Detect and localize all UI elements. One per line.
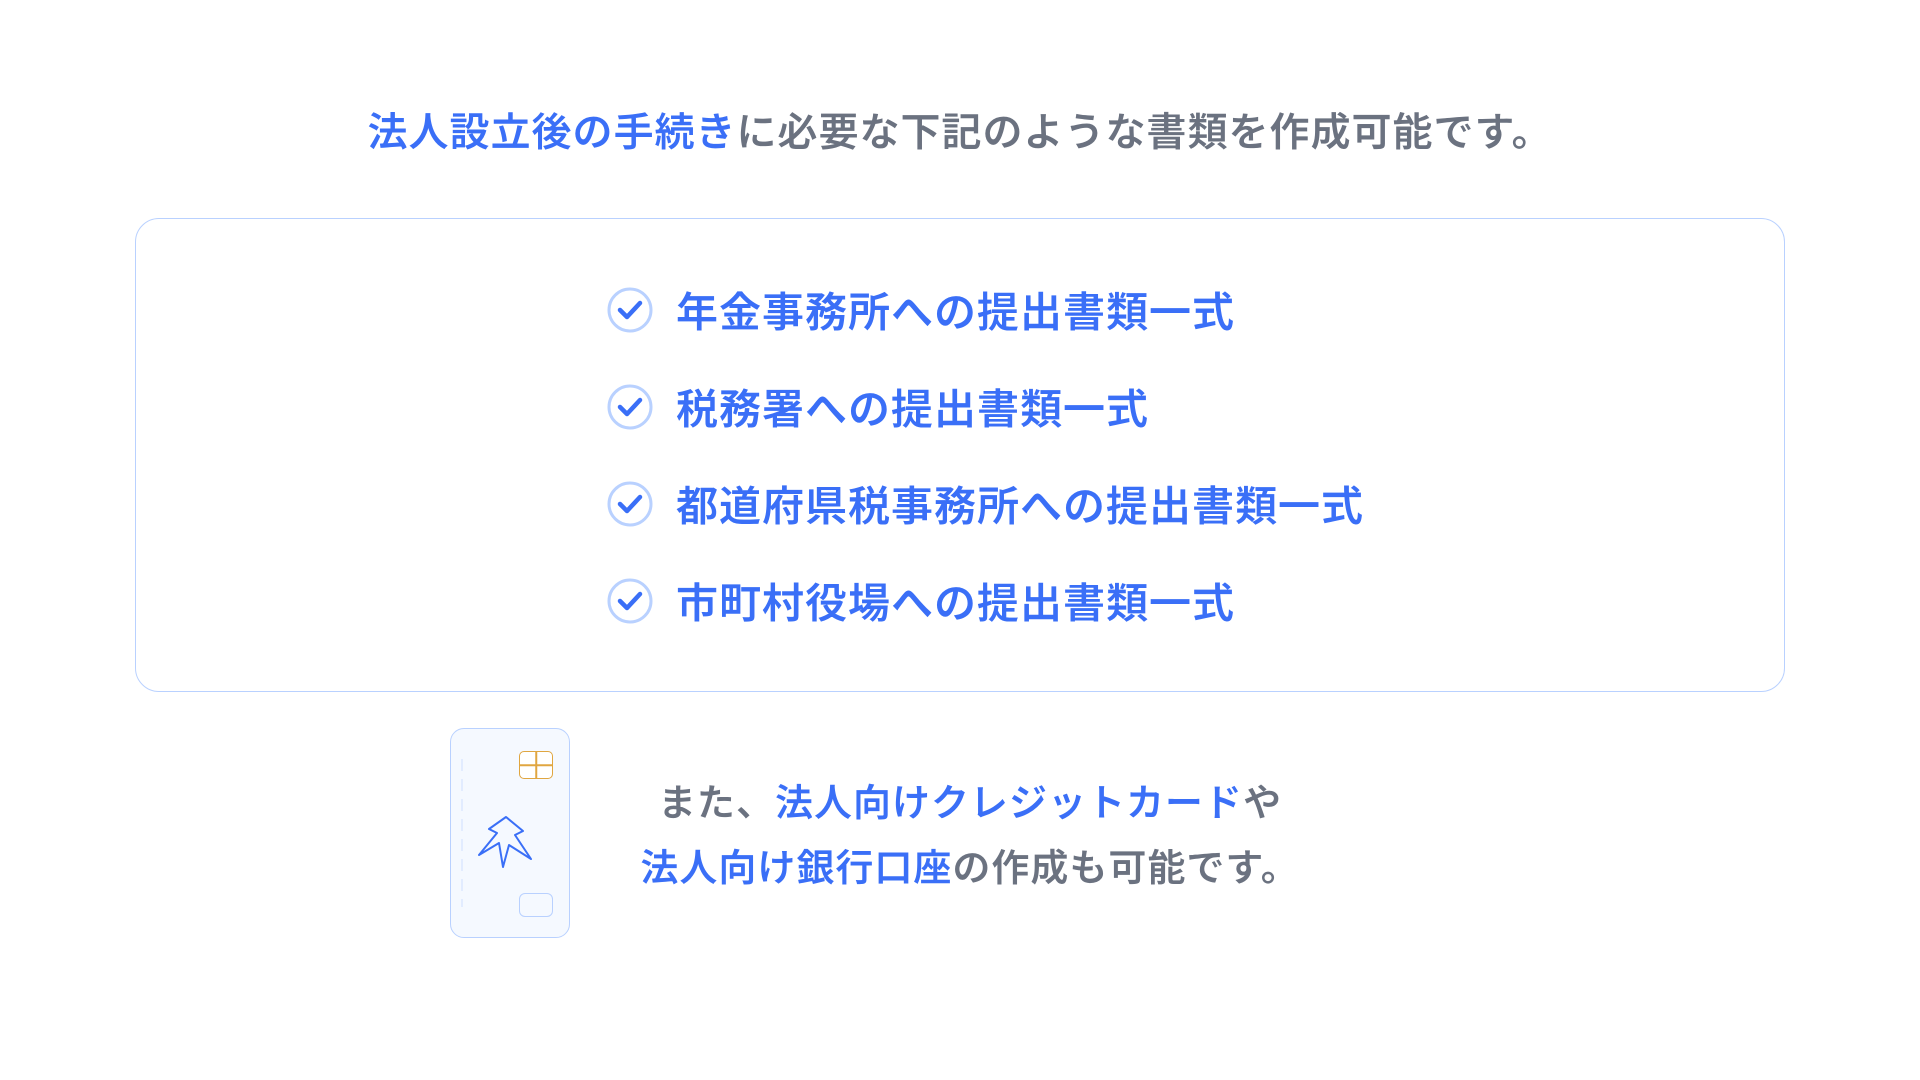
list-item-label: 市町村役場への提出書類一式 bbox=[676, 570, 1235, 631]
list-item: 都道府県税事務所への提出書類一式 bbox=[606, 473, 1744, 534]
check-circle-icon bbox=[606, 480, 654, 528]
check-circle-icon bbox=[606, 383, 654, 431]
credit-card-illustration bbox=[450, 728, 570, 938]
list-item-label: 都道府県税事務所への提出書類一式 bbox=[676, 473, 1364, 534]
bottom-part2: 法人向けクレジットカード bbox=[775, 772, 1243, 827]
bottom-part5: の作成も可能です。 bbox=[952, 837, 1299, 892]
swallow-icon bbox=[471, 809, 541, 869]
list-item-label: 税務署への提出書類一式 bbox=[676, 376, 1149, 437]
list-item-label: 年金事務所への提出書類一式 bbox=[676, 279, 1235, 340]
bottom-part1: また、 bbox=[658, 772, 775, 827]
list-item: 税務署への提出書類一式 bbox=[606, 376, 1744, 437]
heading-gray: に必要な下記のような書類を作成可能です。 bbox=[737, 100, 1553, 158]
document-list-box: 年金事務所への提出書類一式 税務署への提出書類一式 都道府県税事務所への提出書類… bbox=[135, 218, 1785, 692]
card-chip-icon bbox=[519, 751, 553, 779]
bottom-part3: や bbox=[1243, 772, 1282, 827]
list-item: 市町村役場への提出書類一式 bbox=[606, 570, 1744, 631]
bottom-section: また、法人向けクレジットカードや 法人向け銀行口座の作成も可能です。 bbox=[450, 728, 1299, 938]
page-heading: 法人設立後の手続きに必要な下記のような書類を作成可能です。 bbox=[368, 100, 1553, 158]
check-circle-icon bbox=[606, 577, 654, 625]
bottom-part4: 法人向け銀行口座 bbox=[640, 837, 952, 892]
card-stripe bbox=[461, 759, 463, 907]
heading-blue: 法人設立後の手続き bbox=[368, 100, 737, 158]
bottom-text: また、法人向けクレジットカードや 法人向け銀行口座の作成も可能です。 bbox=[640, 768, 1299, 897]
list-item: 年金事務所への提出書類一式 bbox=[606, 279, 1744, 340]
card-small-rect bbox=[519, 893, 553, 917]
check-circle-icon bbox=[606, 286, 654, 334]
